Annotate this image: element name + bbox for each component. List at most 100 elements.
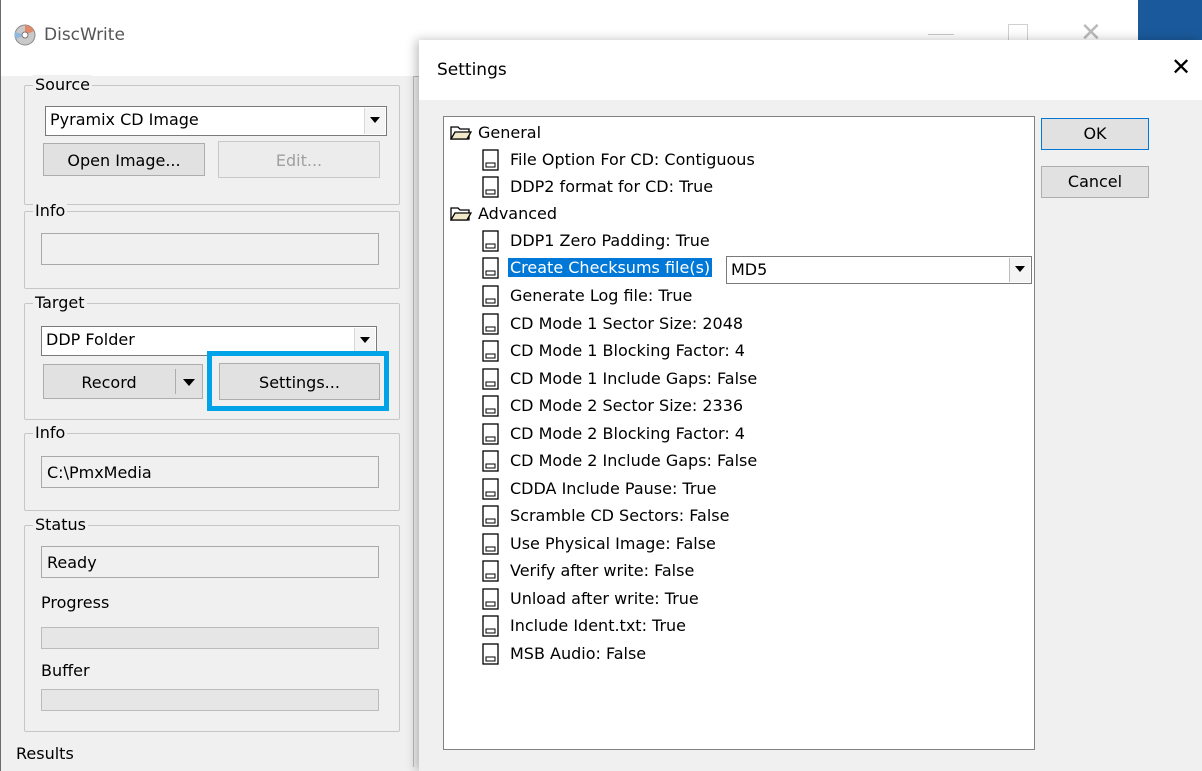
tree-item-label: CD Mode 2 Include Gaps: False bbox=[510, 451, 758, 470]
tree-item-label: Scramble CD Sectors: False bbox=[510, 506, 730, 525]
tree-item[interactable]: CD Mode 2 Sector Size: 2336 bbox=[482, 393, 882, 420]
document-icon bbox=[482, 422, 499, 445]
minimize-icon[interactable] bbox=[928, 34, 954, 35]
source-combo-value: Pyramix CD Image bbox=[50, 110, 199, 129]
tree-item-label: Create Checksums file(s) bbox=[508, 258, 713, 277]
folder-open-icon bbox=[450, 126, 472, 140]
settings-button-highlight bbox=[207, 351, 389, 411]
record-button-label: Record bbox=[81, 373, 137, 392]
close-icon[interactable]: ✕ bbox=[1171, 54, 1191, 80]
status-field: Ready bbox=[41, 546, 379, 578]
tree-item[interactable]: CD Mode 1 Blocking Factor: 4 bbox=[482, 338, 882, 365]
tree-item[interactable]: CD Mode 2 Blocking Factor: 4 bbox=[482, 421, 882, 448]
record-button[interactable]: Record bbox=[43, 364, 203, 399]
edit-button[interactable]: Edit... bbox=[218, 141, 380, 178]
document-icon bbox=[482, 149, 499, 171]
settings-dialog: Settings ✕ General File Option For CD: C… bbox=[419, 40, 1202, 771]
record-dropdown-icon[interactable] bbox=[183, 379, 195, 386]
tree-item[interactable]: CD Mode 1 Sector Size: 2048 bbox=[482, 311, 882, 338]
checksum-combo[interactable]: MD5 bbox=[726, 256, 1032, 284]
tree-item-label: Verify after write: False bbox=[510, 561, 695, 580]
checksum-combo-value: MD5 bbox=[731, 260, 768, 279]
buffer-bar bbox=[41, 689, 379, 711]
source-combo[interactable]: Pyramix CD Image bbox=[45, 106, 387, 136]
tree-item[interactable]: DDP2 format for CD: True bbox=[482, 174, 882, 201]
source-info-label: Info bbox=[33, 201, 68, 220]
settings-title-bar: Settings ✕ bbox=[419, 40, 1202, 100]
tree-group-label: Advanced bbox=[478, 204, 558, 223]
tree-item-label: Use Physical Image: False bbox=[510, 533, 716, 553]
tree-item[interactable]: File Option For CD: Contiguous bbox=[482, 147, 882, 174]
status-group-label: Status bbox=[33, 515, 88, 534]
document-icon bbox=[482, 395, 499, 417]
ok-button[interactable]: OK bbox=[1041, 118, 1149, 150]
folder-open-icon bbox=[450, 207, 472, 221]
target-group-label: Target bbox=[33, 293, 87, 312]
tree-group-general[interactable]: General bbox=[450, 120, 850, 147]
target-info-label: Info bbox=[33, 423, 68, 442]
tree-item-label: CD Mode 1 Blocking Factor: 4 bbox=[510, 341, 745, 360]
document-icon bbox=[482, 615, 499, 637]
document-icon bbox=[482, 340, 499, 362]
document-icon bbox=[482, 257, 499, 279]
tree-item-label: Include Ident.txt: True bbox=[510, 616, 687, 635]
tree-item-label: CD Mode 2 Sector Size: 2336 bbox=[510, 396, 744, 415]
results-label: Results bbox=[16, 744, 74, 763]
tree-group-advanced[interactable]: Advanced bbox=[450, 201, 850, 228]
target-info-field: C:\PmxMedia bbox=[41, 456, 379, 488]
document-icon bbox=[482, 176, 499, 198]
document-icon bbox=[482, 230, 499, 252]
buffer-label: Buffer bbox=[41, 661, 90, 680]
progress-label: Progress bbox=[41, 593, 110, 612]
chevron-down-icon[interactable] bbox=[364, 108, 385, 134]
tree-item[interactable]: Unload after write: True bbox=[482, 586, 882, 613]
tree-item-label: MSB Audio: False bbox=[510, 643, 647, 663]
document-icon bbox=[482, 367, 499, 390]
tree-group-label: General bbox=[478, 123, 542, 142]
source-info-field bbox=[41, 233, 379, 265]
tree-item[interactable]: Verify after write: False bbox=[482, 558, 882, 585]
tree-item-label: CD Mode 2 Blocking Factor: 4 bbox=[510, 423, 745, 443]
disc-icon bbox=[14, 24, 36, 46]
settings-tree[interactable]: General File Option For CD: Contiguous D… bbox=[443, 116, 1035, 750]
tree-item-label: DDP2 format for CD: True bbox=[510, 177, 714, 196]
document-icon bbox=[482, 312, 499, 335]
document-icon bbox=[482, 532, 499, 555]
cancel-button[interactable]: Cancel bbox=[1041, 166, 1149, 198]
document-icon bbox=[482, 587, 499, 610]
tree-item[interactable]: Scramble CD Sectors: False bbox=[482, 503, 882, 530]
chevron-down-icon[interactable] bbox=[1009, 258, 1030, 282]
document-icon bbox=[482, 450, 499, 472]
target-combo-value: DDP Folder bbox=[46, 330, 135, 349]
tree-item[interactable]: CD Mode 1 Include Gaps: False bbox=[482, 366, 882, 393]
document-icon bbox=[482, 477, 499, 500]
tree-item-label: CD Mode 1 Include Gaps: False bbox=[510, 368, 758, 388]
tree-item[interactable]: CDDA Include Pause: True bbox=[482, 476, 882, 503]
settings-title: Settings bbox=[437, 60, 507, 80]
open-image-button[interactable]: Open Image... bbox=[43, 143, 205, 176]
tree-item[interactable]: Include Ident.txt: True bbox=[482, 613, 882, 640]
source-group-label: Source bbox=[33, 75, 92, 94]
tree-item-label: CDDA Include Pause: True bbox=[510, 478, 717, 498]
tree-item-label: File Option For CD: Contiguous bbox=[510, 150, 755, 169]
target-info-value: C:\PmxMedia bbox=[47, 463, 152, 482]
document-icon bbox=[482, 642, 499, 665]
tree-item-label: Generate Log file: True bbox=[510, 286, 693, 305]
document-icon bbox=[482, 285, 499, 307]
tree-item[interactable]: Use Physical Image: False bbox=[482, 531, 882, 558]
tree-item[interactable]: DDP1 Zero Padding: True bbox=[482, 228, 882, 255]
window-border bbox=[0, 0, 1, 771]
record-split-divider bbox=[175, 369, 176, 394]
document-icon bbox=[482, 560, 499, 582]
document-icon bbox=[482, 505, 499, 527]
app-title: DiscWrite bbox=[44, 25, 125, 45]
tree-item-label: CD Mode 1 Sector Size: 2048 bbox=[510, 313, 744, 333]
tree-item[interactable]: Generate Log file: True bbox=[482, 283, 882, 310]
tree-item-selected[interactable]: Create Checksums file(s) MD5 bbox=[482, 255, 1042, 284]
tree-item-label: Unload after write: True bbox=[510, 588, 699, 608]
progress-bar bbox=[41, 627, 379, 649]
tree-item[interactable]: MSB Audio: False bbox=[482, 641, 882, 668]
status-value: Ready bbox=[47, 553, 97, 572]
tree-item-label: DDP1 Zero Padding: True bbox=[510, 231, 710, 250]
tree-item[interactable]: CD Mode 2 Include Gaps: False bbox=[482, 448, 882, 475]
